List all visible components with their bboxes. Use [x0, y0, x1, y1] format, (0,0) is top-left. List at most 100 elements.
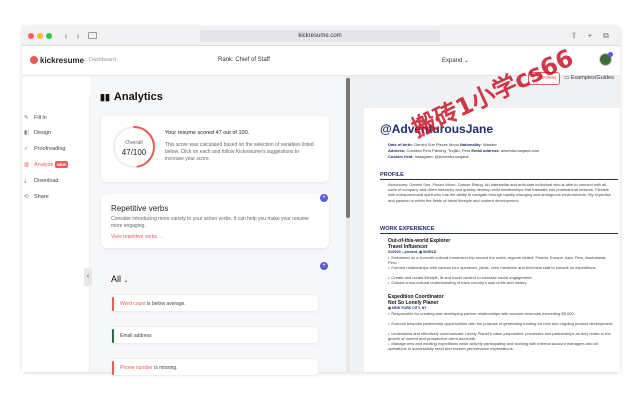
job-bullet: Understand and effectively communicate L…: [388, 331, 614, 341]
resume-info-line: Custom field: Instagram: @Adventurousjan…: [388, 154, 469, 159]
job-meta: 01/2020 – present, ◉ WORLD: [388, 250, 437, 254]
section-title-profile: PROFILE: [380, 172, 404, 178]
sidebar-toggle-icon[interactable]: [88, 32, 97, 39]
share-icon[interactable]: ⇪: [568, 30, 580, 42]
section-divider: [380, 233, 618, 234]
sidebar-item-design[interactable]: ◧ Design: [22, 129, 90, 139]
sidebar-item-label: Download: [34, 178, 59, 184]
repetitive-verbs-card[interactable]: Repetitive verbs Consider introducing mo…: [101, 194, 329, 248]
kickresume-logo[interactable]: kickresume: [30, 56, 84, 65]
examples-guides-button[interactable]: ▭ Examples/Guides: [564, 72, 616, 85]
examples-button-label: Examples/Guides: [570, 75, 614, 81]
sidebar: ✎ Fill in ◧ Design ✓ Proofreading ▥ Analyze N…: [22, 96, 90, 372]
issue-text: Phone number is missing.: [120, 365, 178, 371]
job-bullet: Formed relationships with various tour o…: [388, 265, 614, 270]
page-title: ▮▮ Analytics: [100, 91, 163, 103]
info-label: Date of birth:: [388, 142, 413, 147]
resume-info-line: Date of birth: Gemini Sun Pisces Moon Na…: [388, 142, 497, 147]
sidebar-item-label: Share: [34, 194, 49, 200]
sidebar-item-analyze[interactable]: ▥ Analyze NEW: [22, 161, 90, 171]
info-label: Custom field:: [388, 154, 414, 159]
analytics-icon: ▮▮: [100, 92, 110, 102]
logo-icon: [30, 56, 38, 64]
issue-item-email-address[interactable]: Email address: [111, 326, 319, 344]
info-label: Nationality:: [460, 142, 482, 147]
palette-icon: ◧: [24, 130, 30, 136]
card-description: Consider introducing more variety to you…: [111, 216, 309, 229]
issue-item-word-count[interactable]: Word count is below average.: [111, 294, 319, 312]
issue-highlight: Phone number: [120, 365, 153, 371]
logo-text: kickresume: [40, 56, 85, 65]
download-icon: ⤓: [24, 178, 27, 184]
sidebar-item-proofreading[interactable]: ✓ Proofreading: [22, 145, 90, 155]
card-title: Repetitive verbs: [111, 204, 169, 213]
issue-message: is missing.: [152, 365, 178, 371]
breadcrumb-dashboard[interactable]: Dashboard: [89, 57, 116, 63]
forward-icon[interactable]: ›: [72, 30, 84, 42]
sidebar-item-share[interactable]: ⟲ Share: [22, 193, 90, 203]
rank-label: Rank: Chief of Staff: [218, 57, 270, 63]
share-icon: ⟲: [24, 194, 29, 200]
close-window-button[interactable]: [28, 33, 34, 39]
status-indicator: [112, 329, 114, 343]
job-bullet: Embarked on a 6-month cultural immersion…: [388, 255, 614, 265]
issue-message: is below average.: [145, 301, 186, 307]
tabs-overview-icon[interactable]: ⧉: [600, 30, 612, 42]
issue-item-phone-number[interactable]: Phone number is missing.: [111, 358, 319, 376]
sidebar-item-label: Proofreading: [34, 146, 66, 152]
back-icon[interactable]: ‹: [60, 30, 72, 42]
job-meta: ◉ NEW YORK CITY, NY: [388, 306, 427, 310]
info-value: Instagram: @Adventurousjane: [413, 154, 469, 159]
score-value: 47/100: [121, 148, 147, 157]
resume-info-line: Address: Cochera Peru Parking, Trujillo,…: [388, 148, 539, 153]
sidebar-item-fill-in[interactable]: ✎ Fill in: [22, 114, 90, 124]
job-bullet: Gained cross-cultural understanding of e…: [388, 280, 614, 285]
plus-icon[interactable]: +: [320, 262, 328, 270]
status-indicator: [112, 361, 114, 375]
job-bullet: Responsible for creating and developing …: [388, 311, 614, 316]
score-gauge: [113, 126, 155, 168]
edit-icon: ✎: [24, 115, 29, 121]
info-label: Address:: [388, 148, 406, 153]
filter-label: All: [111, 274, 122, 284]
collapse-sidebar-button[interactable]: ‹: [84, 268, 92, 286]
address-bar[interactable]: kickresume.com: [200, 30, 440, 42]
new-badge: NEW: [55, 161, 69, 168]
breadcrumb[interactable]: ← Dashboard: [82, 57, 116, 63]
issue-text: Email address: [120, 333, 152, 339]
page-title-text: Analytics: [113, 91, 163, 103]
info-value: Wander: [481, 142, 497, 147]
plus-icon[interactable]: +: [320, 194, 328, 202]
minimize-window-button[interactable]: [37, 33, 43, 39]
score-description: This score was calculated based on the s…: [165, 142, 314, 162]
info-label: Email address:: [471, 148, 500, 153]
status-indicator: [112, 297, 114, 311]
new-tab-icon[interactable]: +: [584, 30, 596, 42]
info-value: adventurousjane.com: [499, 148, 540, 153]
expand-dropdown[interactable]: Expand ⌄: [442, 57, 469, 64]
issue-text: Word count is below average.: [120, 301, 186, 307]
job-bullet: Manage new and existing expeditions whil…: [388, 341, 614, 351]
job-bullet: Execute bespoke partnership opportunitie…: [388, 321, 614, 326]
maximize-window-button[interactable]: [46, 33, 52, 39]
check-icon: ✓: [24, 146, 29, 152]
browser-toolbar: ‹ › kickresume.com ⇪ + ⧉: [22, 26, 620, 46]
chart-icon: ▥: [24, 162, 30, 168]
info-value: Cochera Peru Parking, Trujillo, Peru: [405, 148, 471, 153]
issue-highlight: Word count: [120, 301, 146, 307]
chevron-down-icon: ⌄: [123, 278, 129, 284]
score-card: Overall 47/100 Your resume scored 47 out…: [101, 116, 329, 182]
filter-dropdown[interactable]: All ⌄: [111, 274, 129, 284]
profile-paragraph: Astronomy: Gemini Sun, Pisces Moon, Canc…: [388, 182, 611, 203]
sidebar-item-label: Design: [34, 130, 52, 136]
section-divider: [380, 179, 618, 180]
expand-label: Expand: [442, 58, 463, 64]
chevron-down-icon: ⌄: [464, 58, 470, 64]
view-repetitive-verbs-link[interactable]: View repetitive verbs →: [111, 234, 163, 240]
sidebar-item-download[interactable]: ⤓ Download: [22, 177, 90, 187]
score-title: Your resume scored 47 out of 100.: [165, 130, 250, 136]
sidebar-item-label: Fill in: [34, 115, 47, 121]
notification-badge: [608, 52, 613, 57]
resume-document[interactable]: @AdventurousJane Date of birth: Gemini S…: [364, 108, 620, 372]
issue-message: Email address: [120, 333, 152, 339]
